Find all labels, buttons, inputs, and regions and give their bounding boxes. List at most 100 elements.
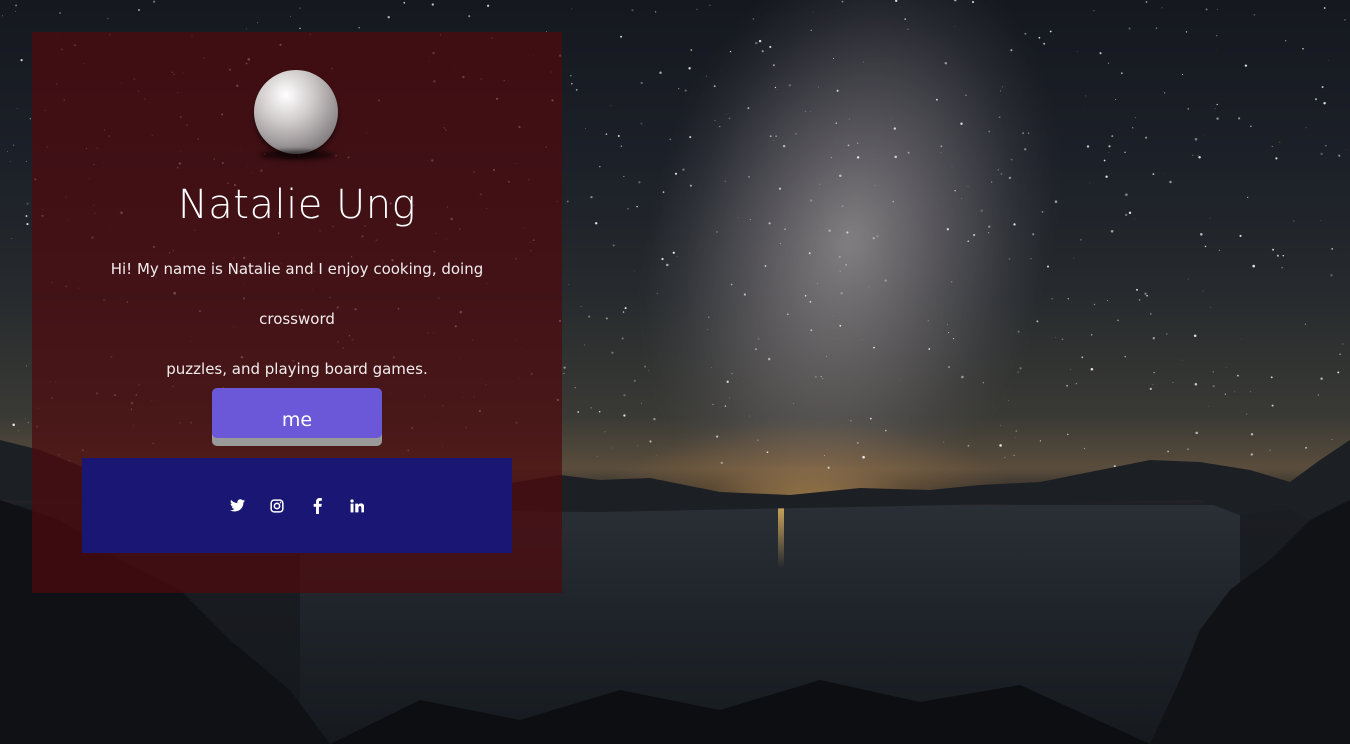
twitter-icon[interactable] [228, 497, 246, 515]
star [782, 144, 786, 148]
star [12, 144, 15, 147]
star [1106, 299, 1108, 301]
facebook-icon[interactable] [308, 497, 326, 515]
star [659, 71, 662, 74]
star [1145, 136, 1148, 139]
star [728, 117, 731, 120]
star [749, 219, 751, 220]
star [1266, 111, 1267, 113]
star [972, 233, 976, 237]
star [809, 199, 813, 202]
star [814, 375, 817, 378]
star [748, 175, 750, 178]
star [731, 372, 733, 375]
instagram-icon[interactable] [268, 497, 286, 515]
star [940, 145, 943, 148]
star [907, 151, 910, 154]
star [757, 338, 760, 340]
star [1225, 367, 1227, 368]
star [605, 133, 608, 135]
star [1117, 319, 1119, 322]
star [1193, 334, 1197, 337]
star [644, 365, 647, 368]
star [715, 231, 718, 233]
star [1320, 377, 1323, 380]
star [1038, 36, 1041, 39]
star [828, 229, 831, 232]
star [1191, 154, 1194, 157]
star [1164, 92, 1166, 94]
star [892, 200, 895, 203]
star [1314, 98, 1318, 101]
star [672, 251, 675, 254]
star [1051, 298, 1053, 300]
star [869, 417, 872, 420]
star [653, 417, 656, 421]
star [967, 186, 969, 187]
star [153, 0, 156, 3]
star [59, 12, 61, 14]
star [257, 22, 259, 24]
star [786, 313, 789, 316]
star [1019, 367, 1022, 370]
star [872, 237, 875, 240]
star [604, 431, 606, 433]
star [12, 423, 15, 427]
star [1216, 103, 1218, 106]
star [669, 138, 672, 141]
star [641, 402, 643, 404]
star [810, 111, 811, 112]
star [1237, 374, 1239, 377]
star [758, 39, 762, 43]
star [839, 174, 842, 178]
star [812, 11, 814, 13]
star [1008, 258, 1011, 260]
star [965, 94, 967, 97]
star [1152, 384, 1154, 386]
star [850, 420, 852, 422]
linkedin-icon[interactable] [348, 497, 366, 515]
star [952, 337, 955, 340]
profile-bio: Hi! My name is Natalie and I enjoy cooki… [82, 244, 512, 394]
star [654, 11, 657, 13]
avatar-shadow [260, 150, 334, 160]
star [836, 89, 839, 92]
star [927, 319, 930, 322]
star [1344, 149, 1346, 150]
star [776, 89, 778, 90]
star [623, 414, 626, 417]
star [25, 160, 27, 162]
star [709, 4, 711, 6]
star [845, 264, 847, 266]
star [708, 316, 710, 318]
me-button[interactable]: me [212, 388, 382, 438]
star [928, 348, 931, 350]
star [594, 222, 598, 225]
star [1292, 220, 1295, 222]
star [948, 366, 950, 368]
star [1216, 8, 1218, 10]
star [640, 81, 643, 85]
star [894, 155, 897, 159]
star [1108, 145, 1111, 148]
star [15, 11, 16, 12]
star [961, 375, 964, 379]
star [1237, 117, 1241, 120]
star [873, 346, 875, 349]
star [1128, 27, 1131, 30]
star [26, 202, 29, 205]
star [1187, 108, 1189, 110]
star [568, 284, 570, 285]
star [682, 168, 685, 171]
star [1036, 320, 1039, 323]
star [804, 110, 806, 113]
star [835, 122, 838, 124]
star [841, 0, 844, 3]
star [1053, 35, 1055, 36]
star [1325, 144, 1327, 147]
star [1246, 413, 1248, 415]
star [626, 207, 629, 210]
star [726, 380, 729, 383]
star [1320, 152, 1323, 156]
star [696, 8, 698, 11]
